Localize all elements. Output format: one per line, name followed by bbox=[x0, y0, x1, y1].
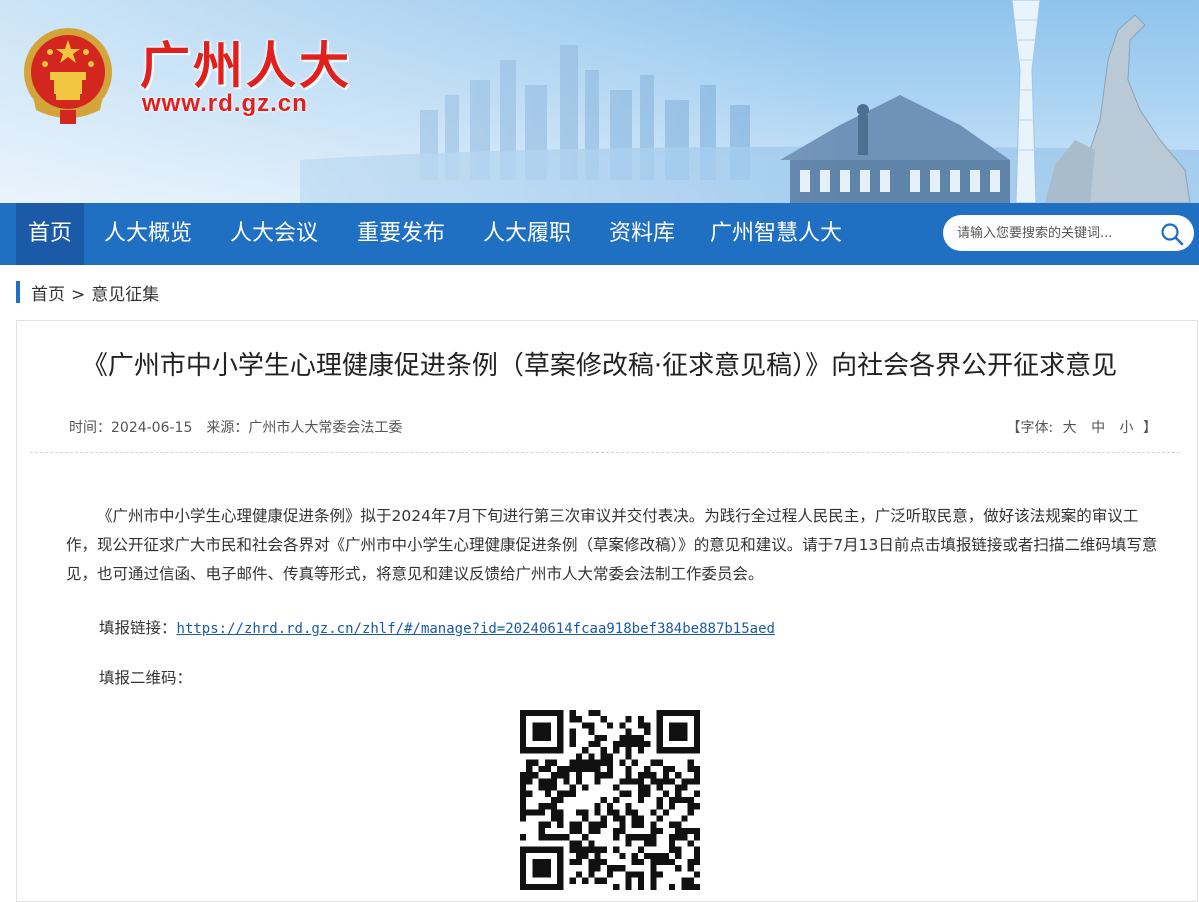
font-size-close: 】 bbox=[1143, 420, 1157, 436]
nav-item-library[interactable]: 资料库 bbox=[598, 203, 686, 265]
nav-item-overview[interactable]: 人大概览 bbox=[94, 203, 202, 265]
font-size-small-button[interactable]: 小 bbox=[1120, 420, 1134, 436]
qr-code-image bbox=[520, 710, 700, 890]
article-source: 来源：广州市人大常委会法工委 bbox=[206, 420, 403, 436]
nav-item-smart-congress[interactable]: 广州智慧人大 bbox=[700, 203, 852, 265]
site-name: 广州人大 bbox=[140, 37, 352, 95]
article-title: 《广州市中小学生心理健康促进条例（草案修改稿·征求意见稿）》向社会各界公开征求意… bbox=[81, 351, 1118, 381]
nav-item-duties[interactable]: 人大履职 bbox=[473, 203, 581, 265]
article-date: 时间：2024-06-15 bbox=[69, 420, 193, 436]
article-body-paragraph: 《广州市中小学生心理健康促进条例》拟于2024年7月下旬进行第三次审议并交付表决… bbox=[66, 507, 1158, 583]
nav-item-home[interactable]: 首页 bbox=[16, 203, 84, 265]
breadcrumb: 首页 > 意见征集 bbox=[31, 280, 159, 305]
nav-item-meetings[interactable]: 人大会议 bbox=[220, 203, 328, 265]
header-banner: 广州人大 www.rd.gz.cn bbox=[0, 0, 1199, 203]
submit-link[interactable]: https://zhrd.rd.gz.cn/zhlf/#/manage?id=2… bbox=[177, 621, 775, 637]
search-icon[interactable] bbox=[1159, 221, 1185, 247]
nav-item-releases[interactable]: 重要发布 bbox=[347, 203, 455, 265]
breadcrumb-separator: > bbox=[71, 285, 86, 305]
breadcrumb-current: 意见征集 bbox=[91, 285, 160, 305]
font-size-control: 【字体: 大 中 小 】 bbox=[1006, 417, 1157, 437]
font-size-medium-button[interactable]: 中 bbox=[1091, 420, 1105, 436]
site-url: www.rd.gz.cn bbox=[142, 90, 308, 117]
breadcrumb-home-link[interactable]: 首页 bbox=[31, 285, 65, 305]
search-box bbox=[943, 215, 1194, 251]
meta-divider bbox=[30, 452, 1180, 453]
submit-link-line: 填报链接：https://zhrd.rd.gz.cn/zhlf/#/manage… bbox=[99, 616, 775, 638]
qr-code-label: 填报二维码： bbox=[99, 669, 193, 687]
search-input[interactable] bbox=[957, 215, 1157, 251]
national-emblem-icon bbox=[24, 28, 112, 124]
font-size-open: 【字体: bbox=[1006, 420, 1054, 436]
submit-link-label: 填报链接： bbox=[99, 619, 177, 637]
article-meta: 时间：2024-06-15 来源：广州市人大常委会法工委 bbox=[69, 417, 402, 437]
breadcrumb-marker bbox=[16, 281, 20, 303]
font-size-large-button[interactable]: 大 bbox=[1063, 420, 1077, 436]
